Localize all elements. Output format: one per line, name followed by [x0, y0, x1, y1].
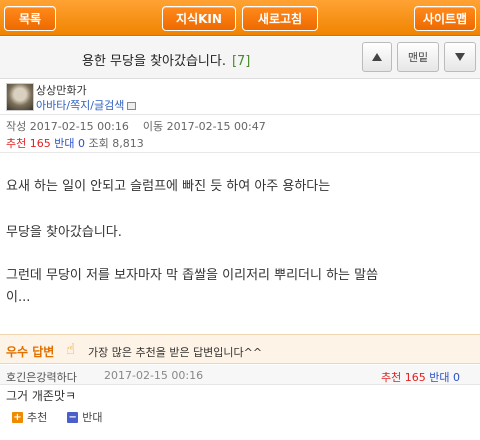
written-date: 2017-02-15 00:16 [29, 120, 129, 133]
reply-text: 그거 개존맛ㅋ [6, 389, 77, 403]
arrow-up-icon [372, 53, 382, 61]
list-button[interactable]: 목록 [4, 6, 56, 31]
post-title: 용한 무당을 찾아갔습니다. [7] [82, 50, 250, 69]
best-answer-banner: 우수 답변 ☝ 가장 많은 추천을 받은 답변입니다^^ [0, 334, 480, 364]
kin-button[interactable]: 지식KIN [162, 6, 236, 31]
author-nickname[interactable]: 상상만화가 [36, 82, 87, 98]
comment-count[interactable]: [7] [232, 54, 250, 69]
reply-recommend-button[interactable]: + 추천 [12, 409, 47, 425]
sitemap-button[interactable]: 사이트맵 [414, 6, 476, 31]
post-stats: 추천 165 반대 0 조회 8,813 [6, 135, 144, 151]
thumbs-up-icon: ☝ [66, 340, 76, 358]
reply-oppose-button[interactable]: − 반대 [67, 409, 103, 425]
author-row: 상상만화가 아바타/쪽지/글검색 [0, 80, 480, 115]
minus-icon: − [67, 411, 79, 423]
top-bar: 목록 지식KIN 새로고침 사이트맵 [0, 0, 480, 36]
scroll-down-button[interactable] [444, 42, 476, 72]
avatar[interactable] [6, 83, 34, 111]
reply-recommend-label: 추천 [27, 411, 48, 424]
reply-date: 2017-02-15 00:16 [104, 369, 204, 382]
title-bar: 용한 무당을 찾아갔습니다. [7] 맨밑 [0, 37, 480, 79]
author-links-text[interactable]: 아바타/쪽지/글검색 [36, 99, 124, 112]
refresh-button[interactable]: 새로고침 [242, 6, 318, 31]
arrow-down-icon [455, 53, 465, 61]
recommend-count: 165 [29, 137, 51, 150]
best-answer-badge: 우수 답변 [6, 345, 55, 359]
scroll-bottom-button[interactable]: 맨밑 [397, 42, 439, 72]
post-dates: 작성 2017-02-15 00:16 이동 2017-02-15 00:47 [6, 118, 266, 134]
message-icon[interactable] [127, 102, 137, 110]
body-paragraph-3: 그런데 무당이 저를 보자마자 막 좁쌀을 이리저리 뿌리더니 하는 말씀 [6, 268, 379, 283]
moved-date: 2017-02-15 00:47 [166, 120, 266, 133]
reply-author[interactable]: 호긴은강력하다 [6, 369, 77, 385]
reply-oppose-label: 반대 [82, 411, 103, 424]
best-answer-desc: 가장 많은 추천을 받은 답변입니다^^ [88, 346, 263, 359]
body-paragraph-2: 무당을 찾아갔습니다. [6, 225, 122, 240]
post-title-text: 용한 무당을 찾아갔습니다. [82, 54, 226, 69]
scroll-up-button[interactable] [362, 42, 392, 72]
views-label: 조회 [88, 137, 109, 150]
oppose-count: 0 [78, 137, 85, 150]
oppose-label: 반대 [54, 137, 75, 150]
reply-oppose: 반대 0 [429, 371, 460, 384]
written-label: 작성 [6, 120, 27, 133]
plus-icon: + [12, 411, 23, 423]
reply-vote-buttons: + 추천 − 반대 [12, 409, 103, 425]
reply-votes: 추천 165 반대 0 [381, 369, 460, 385]
divider [0, 152, 480, 153]
views-count: 8,813 [112, 137, 144, 150]
body-paragraph-1: 요새 하는 일이 안되고 슬럼프에 빠진 듯 하여 아주 용하다는 [6, 179, 331, 194]
recommend-label: 추천 [6, 137, 27, 150]
author-links[interactable]: 아바타/쪽지/글검색 [36, 97, 137, 113]
moved-label: 이동 [142, 120, 164, 133]
reply-header: 호긴은강력하다 2017-02-15 00:16 추천 165 반대 0 [0, 365, 480, 385]
reply-recommend: 추천 165 [381, 371, 426, 384]
body-paragraph-3-cont: 이... [6, 290, 31, 305]
